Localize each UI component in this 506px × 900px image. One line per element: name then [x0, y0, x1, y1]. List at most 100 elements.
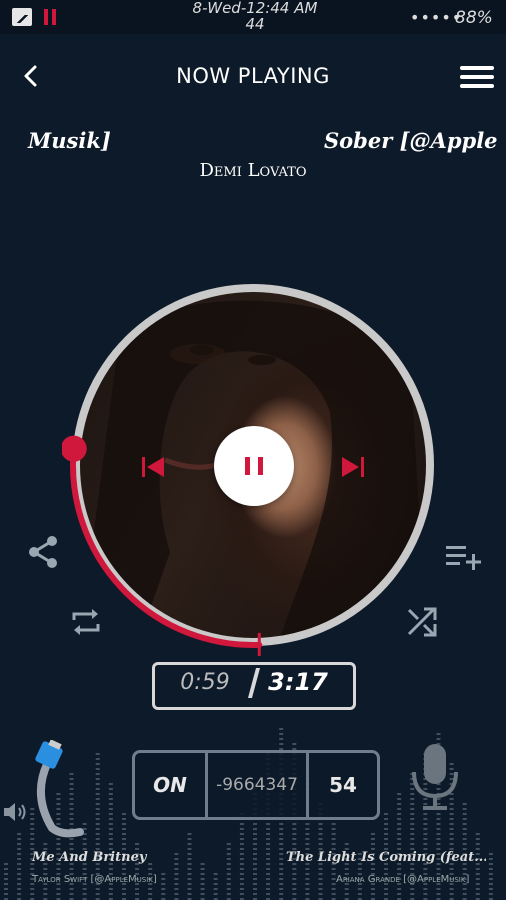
- equalizer-segment: [174, 893, 179, 895]
- equalizer-segment: [279, 823, 284, 825]
- equalizer-segment: [318, 888, 323, 890]
- equalizer-segment: [266, 838, 271, 840]
- playlist-add-icon[interactable]: [446, 544, 484, 572]
- equalizer-segment: [95, 763, 100, 765]
- equalizer-segment: [108, 808, 113, 810]
- equalizer-segment: [43, 868, 48, 870]
- equalizer-segment: [488, 858, 493, 860]
- equalizer-segment: [331, 833, 336, 835]
- equalizer-segment: [187, 893, 192, 895]
- next-track-title-left[interactable]: Me And Britney: [32, 850, 146, 865]
- equalizer-segment: [108, 893, 113, 895]
- equalizer-segment: [187, 878, 192, 880]
- equalizer-segment: [331, 828, 336, 830]
- equalizer-segment: [462, 803, 467, 805]
- chevron-left-icon[interactable]: [20, 64, 44, 88]
- equalizer-segment: [95, 798, 100, 800]
- equalizer-segment: [226, 868, 231, 870]
- volume-knob[interactable]: [30, 739, 90, 840]
- radio-on-toggle[interactable]: ON: [135, 753, 205, 817]
- equalizer-segment: [213, 883, 218, 885]
- equalizer-segment: [384, 888, 389, 890]
- equalizer-segment: [475, 868, 480, 870]
- equalizer-segment: [213, 893, 218, 895]
- progress-handle[interactable]: [62, 435, 87, 462]
- equalizer-segment: [488, 873, 493, 875]
- equalizer-segment: [384, 818, 389, 820]
- equalizer-segment: [279, 893, 284, 895]
- equalizer-segment: [305, 833, 310, 835]
- equalizer-segment: [17, 858, 22, 860]
- equalizer-segment: [305, 873, 310, 875]
- equalizer-segment: [397, 803, 402, 805]
- equalizer-segment: [43, 843, 48, 845]
- equalizer-segment: [226, 893, 231, 895]
- equalizer-segment: [4, 893, 8, 895]
- equalizer-segment: [121, 828, 126, 830]
- equalizer-segment: [384, 813, 389, 815]
- equalizer-segment: [17, 873, 22, 875]
- equalizer-segment: [318, 873, 323, 875]
- equalizer-segment: [305, 878, 310, 880]
- equalizer-segment: [239, 868, 244, 870]
- skip-next-icon[interactable]: [340, 454, 366, 480]
- equalizer-segment: [279, 878, 284, 880]
- equalizer-segment: [449, 828, 454, 830]
- equalizer-segment: [423, 818, 428, 820]
- equalizer-segment: [17, 893, 22, 895]
- equalizer-segment: [279, 738, 284, 740]
- equalizer-segment: [174, 878, 179, 880]
- equalizer-segment: [239, 878, 244, 880]
- equalizer-segment: [174, 863, 179, 865]
- equalizer-segment: [95, 838, 100, 840]
- equalizer-segment: [17, 833, 22, 835]
- equalizer-segment: [108, 823, 113, 825]
- shuffle-icon[interactable]: [404, 604, 440, 640]
- equalizer-segment: [384, 828, 389, 830]
- equalizer-segment: [462, 843, 467, 845]
- radio-panel: ON -9664347 54: [132, 750, 380, 820]
- equalizer-segment: [384, 893, 389, 895]
- equalizer-segment: [30, 843, 35, 845]
- equalizer-segment: [187, 858, 192, 860]
- equalizer-segment: [95, 768, 100, 770]
- song-title-marquee-left: Musik]: [28, 128, 111, 153]
- share-icon[interactable]: [26, 534, 60, 570]
- equalizer-segment: [187, 843, 192, 845]
- radio-level: 54: [329, 773, 357, 797]
- equalizer-segment: [187, 848, 192, 850]
- equalizer-segment: [488, 863, 493, 865]
- volume-icon[interactable]: [2, 800, 28, 824]
- skip-previous-icon[interactable]: [140, 454, 166, 480]
- equalizer-segment: [384, 833, 389, 835]
- microphone-icon[interactable]: [408, 742, 462, 816]
- next-track-title-right[interactable]: The Light Is Coming (feat...: [286, 850, 486, 865]
- equalizer-segment: [344, 843, 349, 845]
- equalizer-segment: [253, 848, 257, 850]
- equalizer-segment: [292, 868, 297, 870]
- equalizer-segment: [17, 868, 22, 870]
- media-pause-notification-icon: [44, 9, 56, 25]
- equalizer-segment: [95, 868, 100, 870]
- equalizer-segment: [397, 893, 402, 895]
- equalizer-segment: [266, 848, 271, 850]
- equalizer-segment: [95, 823, 100, 825]
- repeat-icon[interactable]: [68, 604, 104, 640]
- equalizer-segment: [397, 888, 402, 890]
- equalizer-segment: [279, 733, 284, 735]
- pause-button[interactable]: [214, 426, 294, 506]
- equalizer-segment: [108, 793, 113, 795]
- equalizer-segment: [279, 853, 284, 855]
- equalizer-segment: [488, 893, 493, 895]
- equalizer-segment: [17, 848, 22, 850]
- equalizer-segment: [292, 888, 297, 890]
- equalizer-segment: [266, 843, 271, 845]
- equalizer-segment: [423, 868, 428, 870]
- equalizer-segment: [436, 833, 441, 835]
- hamburger-menu-icon[interactable]: [460, 66, 494, 88]
- equalizer-segment: [292, 893, 297, 895]
- equalizer-segment: [475, 893, 480, 895]
- pause-icon: [245, 457, 250, 475]
- equalizer-segment: [397, 828, 402, 830]
- equalizer-segment: [318, 878, 323, 880]
